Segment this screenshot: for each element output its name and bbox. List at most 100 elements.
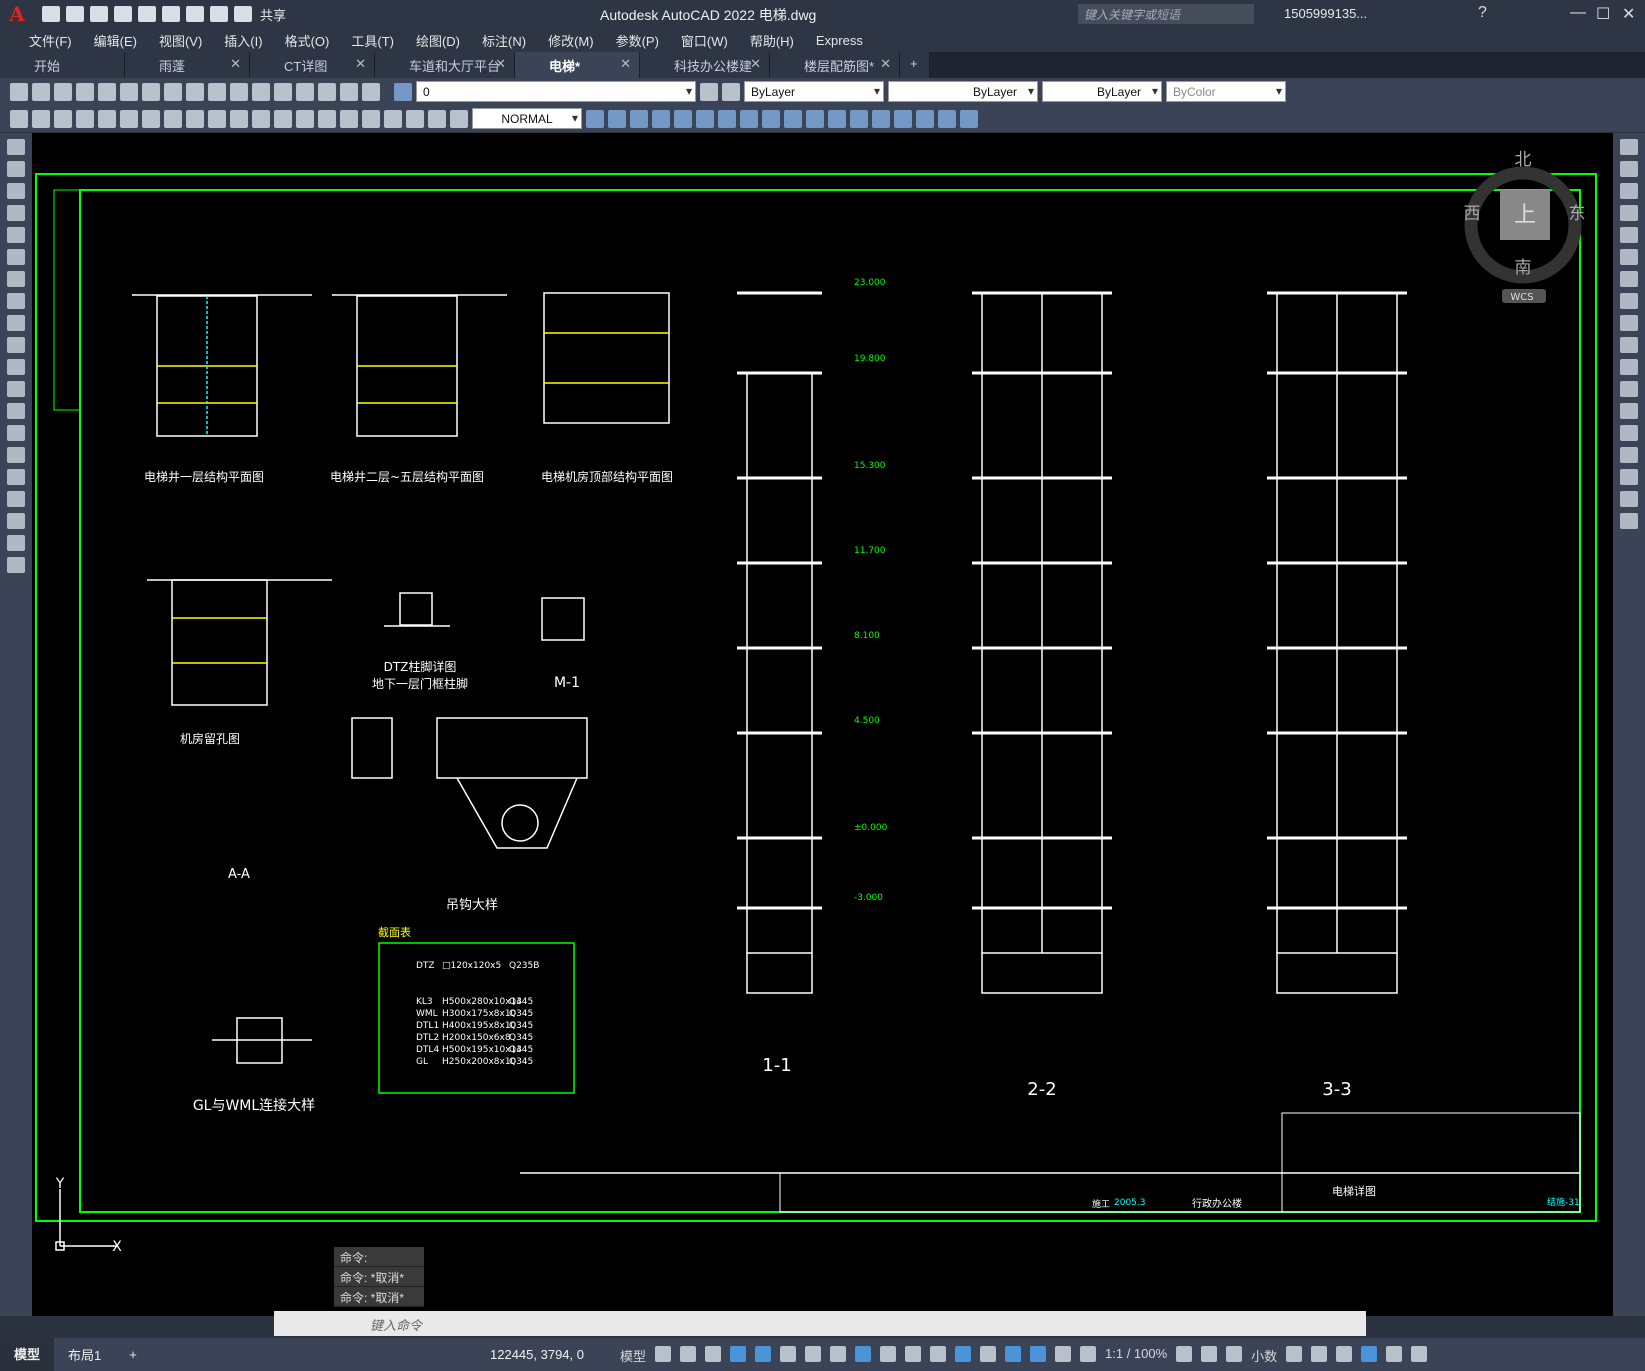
isolate-icon[interactable] xyxy=(1336,1346,1353,1362)
transparency-icon[interactable] xyxy=(905,1346,922,1362)
rotate-icon[interactable] xyxy=(1620,271,1638,287)
tab-start[interactable]: 开始 xyxy=(0,52,125,78)
view-icon[interactable] xyxy=(718,109,736,128)
tool-icon[interactable] xyxy=(32,109,50,128)
user-account[interactable]: 1505999135... xyxy=(1284,6,1367,21)
dynamic-input-icon[interactable] xyxy=(730,1346,747,1362)
continue-dim-icon[interactable] xyxy=(296,109,314,128)
linetype-dropdown[interactable]: ByLayer xyxy=(888,81,1038,102)
array-icon[interactable] xyxy=(1620,227,1638,243)
undo-icon[interactable] xyxy=(210,6,228,22)
help-icon[interactable]: ? xyxy=(1478,4,1487,22)
lock-ui-icon[interactable] xyxy=(1311,1346,1328,1362)
annotation-visibility-icon[interactable] xyxy=(1055,1346,1072,1362)
view-icon[interactable] xyxy=(762,109,780,128)
tab-file[interactable]: 科技办公楼建筑*✕ xyxy=(640,52,770,93)
fillet-icon[interactable] xyxy=(1620,469,1638,485)
matchprop-icon[interactable] xyxy=(186,82,204,101)
annotation-scale[interactable]: 1:1 / 100% xyxy=(1105,1346,1167,1362)
view-icon[interactable] xyxy=(630,109,648,128)
layer-prev-icon[interactable] xyxy=(722,82,740,101)
selection-cycling-icon[interactable] xyxy=(930,1346,947,1362)
table-icon[interactable] xyxy=(7,513,25,529)
designcenter-icon[interactable] xyxy=(318,82,336,101)
redo-icon[interactable] xyxy=(234,6,252,22)
center-mark-icon[interactable] xyxy=(340,109,358,128)
ellipse-icon[interactable] xyxy=(7,337,25,353)
tolerance-icon[interactable] xyxy=(318,109,336,128)
workspace-icon[interactable] xyxy=(1176,1346,1193,1362)
lineweight-dropdown[interactable]: ByLayer xyxy=(1042,81,1162,102)
web-open-icon[interactable] xyxy=(138,6,156,22)
gizmo-icon[interactable] xyxy=(1030,1346,1047,1362)
units-dropdown[interactable]: 小数 xyxy=(1251,1346,1277,1364)
view-icon[interactable] xyxy=(828,109,846,128)
cut-icon[interactable] xyxy=(120,82,138,101)
ortho-icon[interactable] xyxy=(755,1346,772,1362)
save-icon[interactable] xyxy=(90,6,108,22)
menu-tools[interactable]: 工具(T) xyxy=(340,31,405,50)
spline-icon[interactable] xyxy=(7,315,25,331)
revcloud-icon[interactable] xyxy=(7,293,25,309)
pan-icon[interactable] xyxy=(252,82,270,101)
dimstyle-dropdown[interactable]: NORMAL xyxy=(472,108,582,129)
customize-icon[interactable] xyxy=(1411,1346,1428,1362)
hardware-acceleration-icon[interactable] xyxy=(1226,1346,1243,1362)
layer-dropdown[interactable]: 0 xyxy=(416,81,696,102)
menu-window[interactable]: 窗口(W) xyxy=(670,31,739,50)
preview-icon[interactable] xyxy=(98,82,116,101)
layer-manager-icon[interactable] xyxy=(394,82,412,101)
paste-icon[interactable] xyxy=(164,82,182,101)
region-icon[interactable] xyxy=(7,491,25,507)
move-icon[interactable] xyxy=(1620,249,1638,265)
save-icon[interactable] xyxy=(54,82,72,101)
add-selected-icon[interactable] xyxy=(7,557,25,573)
close-icon[interactable]: ✕ xyxy=(1622,4,1635,24)
arc-icon[interactable] xyxy=(7,249,25,265)
close-icon[interactable]: ✕ xyxy=(620,56,631,72)
lineweight-icon[interactable] xyxy=(880,1346,897,1362)
line-icon[interactable] xyxy=(7,139,25,155)
menu-insert[interactable]: 插入(I) xyxy=(213,31,273,50)
selection-filter-icon[interactable] xyxy=(1005,1346,1022,1362)
menu-express[interactable]: Express xyxy=(805,33,874,48)
new-icon[interactable] xyxy=(10,82,28,101)
view-icon[interactable] xyxy=(894,109,912,128)
radius-dim-icon[interactable] xyxy=(164,109,182,128)
tab-file[interactable]: CT详图 ✕ xyxy=(250,52,375,78)
command-input[interactable]: 键入命令 xyxy=(274,1311,1366,1336)
polyline-icon[interactable] xyxy=(7,183,25,199)
zoom-icon[interactable] xyxy=(274,82,292,101)
tab-layout1[interactable]: 布局1 xyxy=(54,1345,115,1364)
view-icon[interactable] xyxy=(674,109,692,128)
menu-view[interactable]: 视图(V) xyxy=(148,31,213,50)
menu-help[interactable]: 帮助(H) xyxy=(739,31,805,50)
object-snap-icon[interactable] xyxy=(855,1346,872,1362)
close-icon[interactable]: ✕ xyxy=(230,56,241,72)
tool-icon[interactable] xyxy=(54,109,72,128)
clean-screen-icon[interactable] xyxy=(1386,1346,1403,1362)
arc-dim-icon[interactable] xyxy=(120,109,138,128)
view-icon[interactable] xyxy=(916,109,934,128)
quick-dim-icon[interactable] xyxy=(252,109,270,128)
web-save-icon[interactable] xyxy=(162,6,180,22)
scale-icon[interactable] xyxy=(1620,293,1638,309)
view-icon[interactable] xyxy=(960,109,978,128)
dimedit-icon[interactable] xyxy=(406,109,424,128)
plot-icon[interactable] xyxy=(76,82,94,101)
open-icon[interactable] xyxy=(32,82,50,101)
extend-icon[interactable] xyxy=(1620,359,1638,375)
ordinate-dim-icon[interactable] xyxy=(142,109,160,128)
view-icon[interactable] xyxy=(872,109,890,128)
blend-icon[interactable] xyxy=(1620,491,1638,507)
menu-parametric[interactable]: 参数(P) xyxy=(605,31,670,50)
layer-state-icon[interactable] xyxy=(700,82,718,101)
view-icon[interactable] xyxy=(608,109,626,128)
update-dim-icon[interactable] xyxy=(450,109,468,128)
trim-icon[interactable] xyxy=(1620,337,1638,353)
construction-line-icon[interactable] xyxy=(7,161,25,177)
grid-icon[interactable] xyxy=(655,1346,672,1362)
tab-file[interactable]: 雨蓬 ✕ xyxy=(125,52,250,78)
share-button[interactable]: 共享 xyxy=(260,5,286,24)
linear-dim-icon[interactable] xyxy=(76,109,94,128)
